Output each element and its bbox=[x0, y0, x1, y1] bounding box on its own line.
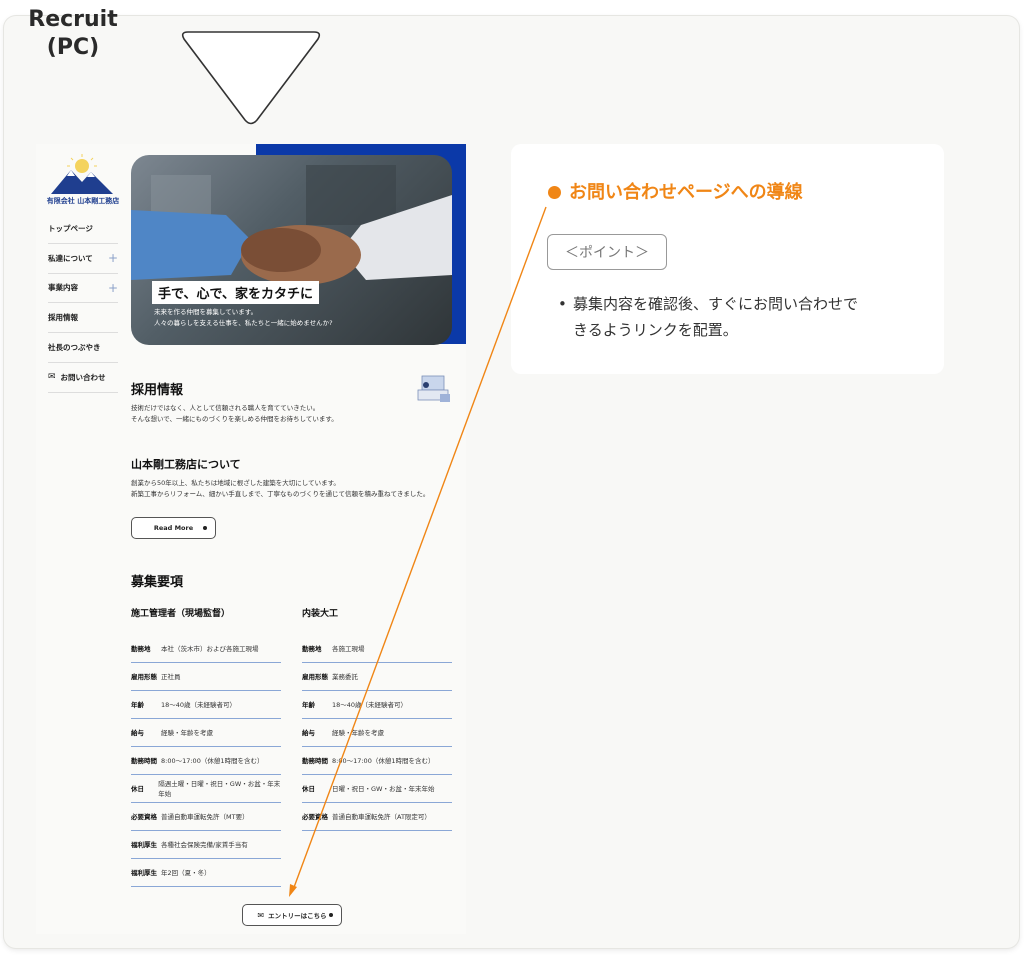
callout-arrow bbox=[289, 206, 547, 897]
